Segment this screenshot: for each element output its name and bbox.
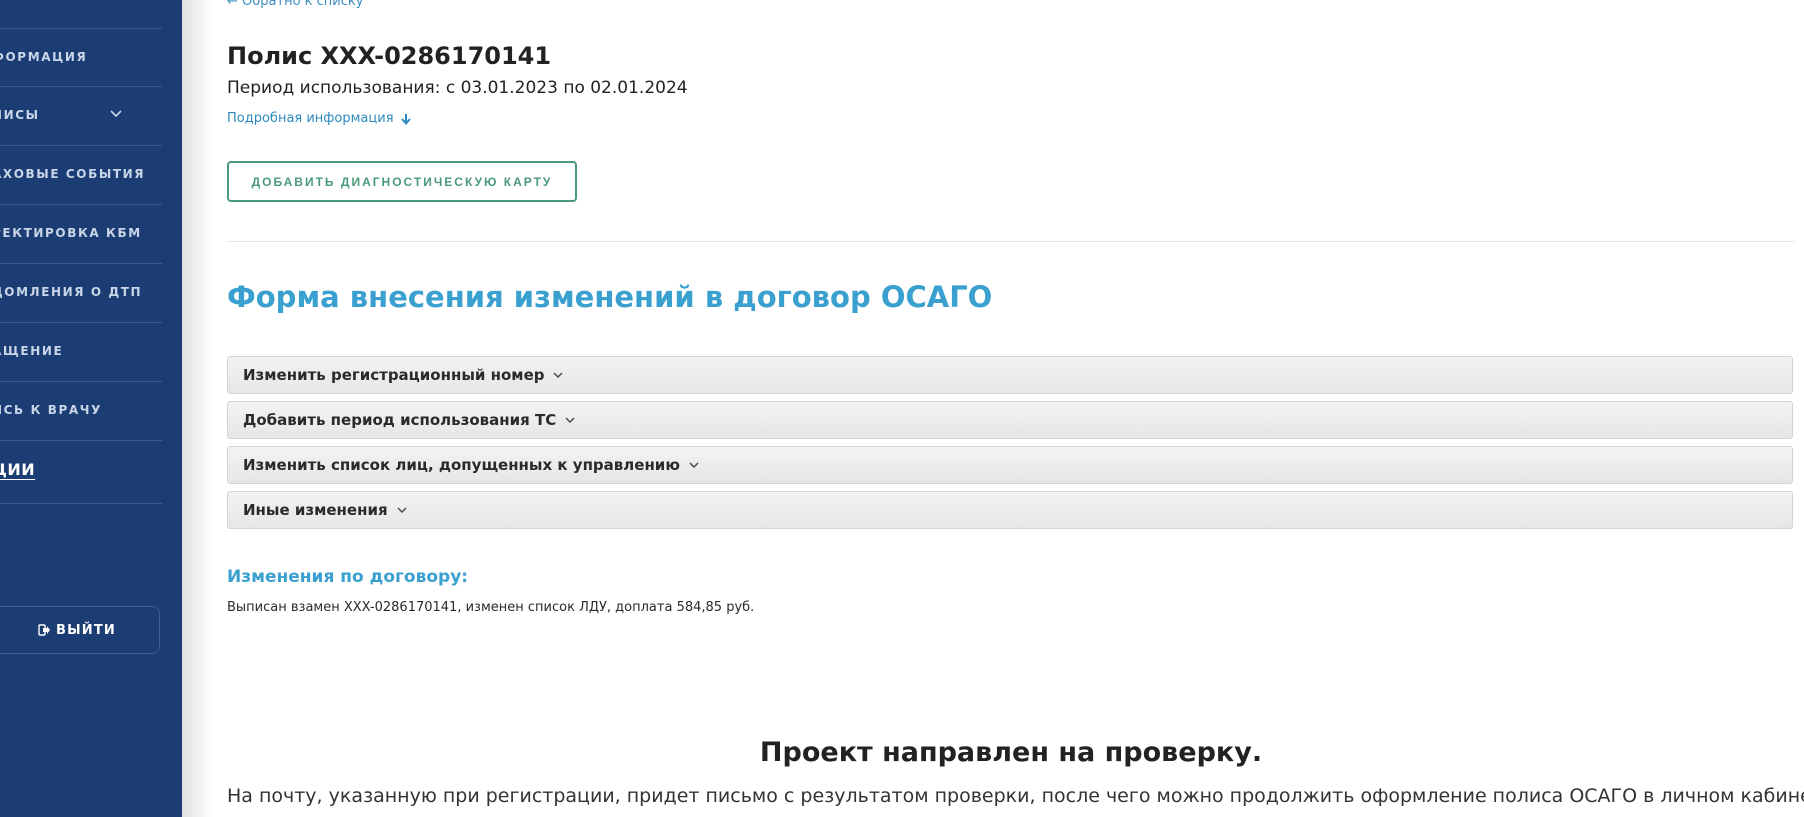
back-to-list-link[interactable]: ← Обратно к списку [227,0,363,9]
sidebar-item-information[interactable]: ФОРМАЦИЯ [0,28,162,86]
details-link[interactable]: Подробная информация [227,111,412,126]
accordion-other-changes[interactable]: Иные изменения [227,491,1793,529]
sidebar-item-accident-notices[interactable]: ДОМЛЕНИЯ О ДТП [0,263,162,321]
chevron-down-icon [553,372,563,378]
divider [227,241,1795,242]
accordion-label: Изменить список лиц, допущенных к управл… [243,456,680,474]
sidebar-divider [0,503,162,504]
sidebar-item-label: ЛИСЫ [0,108,40,122]
accordion-label: Иные изменения [243,501,388,519]
accordion-label: Изменить регистрационный номер [243,366,545,384]
sidebar-item-label: ДОМЛЕНИЯ О ДТП [0,285,143,299]
sidebar-item-label: ФОРМАЦИЯ [0,50,88,64]
sidebar-item-doctor-appointment[interactable]: ИСЬ К ВРАЧУ [0,381,162,439]
sidebar-item-label: ЦИИ [0,459,36,479]
sidebar-item-label: ИСЬ К ВРАЧУ [0,403,102,417]
accordion-change-drivers-list[interactable]: Изменить список лиц, допущенных к управл… [227,446,1793,484]
sidebar-shadow [182,0,212,817]
accordion-add-usage-period[interactable]: Добавить период использования ТС [227,401,1793,439]
chevron-down-icon [110,110,122,118]
accordion-change-reg-number[interactable]: Изменить регистрационный номер [227,356,1793,394]
section-title: Форма внесения изменений в договор ОСАГО [227,280,993,314]
accordion-label: Добавить период использования ТС [243,411,557,429]
sidebar-item-label: РЕКТИРОВКА КБМ [0,226,142,240]
sidebar-item-insurance-events[interactable]: АХОВЫЕ СОБЫТИЯ [0,145,162,203]
main-content: ← Обратно к списку Полис XXX-0286170141 … [227,0,1804,817]
page-title: Полис XXX-0286170141 [227,42,552,70]
contract-changes-title: Изменения по договору: [227,567,469,587]
sidebar-item-label: АХОВЫЕ СОБЫТИЯ [0,167,146,181]
arrow-down-icon [400,113,411,125]
contract-changes-text: Выписан взамен XXX-0286170141, изменен с… [227,600,755,615]
sidebar: ФОРМАЦИЯ ЛИСЫ АХОВЫЕ СОБЫТИЯ РЕКТИРОВКА … [0,0,182,817]
logout-label: ВЫЙТИ [55,622,116,638]
sidebar-item-promotions[interactable]: ЦИИ [0,440,162,498]
logout-icon [38,624,50,636]
sidebar-item-policies[interactable]: ЛИСЫ [0,86,162,144]
details-link-label: Подробная информация [227,111,394,126]
chevron-down-icon [689,462,699,468]
sidebar-item-kbm-correction[interactable]: РЕКТИРОВКА КБМ [0,204,162,262]
sidebar-item-label: АЩЕНИЕ [0,344,64,358]
chevron-down-icon [565,417,575,423]
sidebar-item-appeals[interactable]: АЩЕНИЕ [0,322,162,380]
chevron-down-icon [397,507,407,513]
project-status-title: Проект направлен на проверку. [759,737,1263,768]
logout-button[interactable]: ВЫЙТИ [0,606,160,654]
project-status-text: На почту, указанную при регистрации, при… [227,785,1804,807]
usage-period: Период использования: с 03.01.2023 по 02… [227,78,688,98]
add-diagnostic-card-button[interactable]: ДОБАВИТЬ ДИАГНОСТИЧЕСКУЮ КАРТУ [227,161,577,202]
